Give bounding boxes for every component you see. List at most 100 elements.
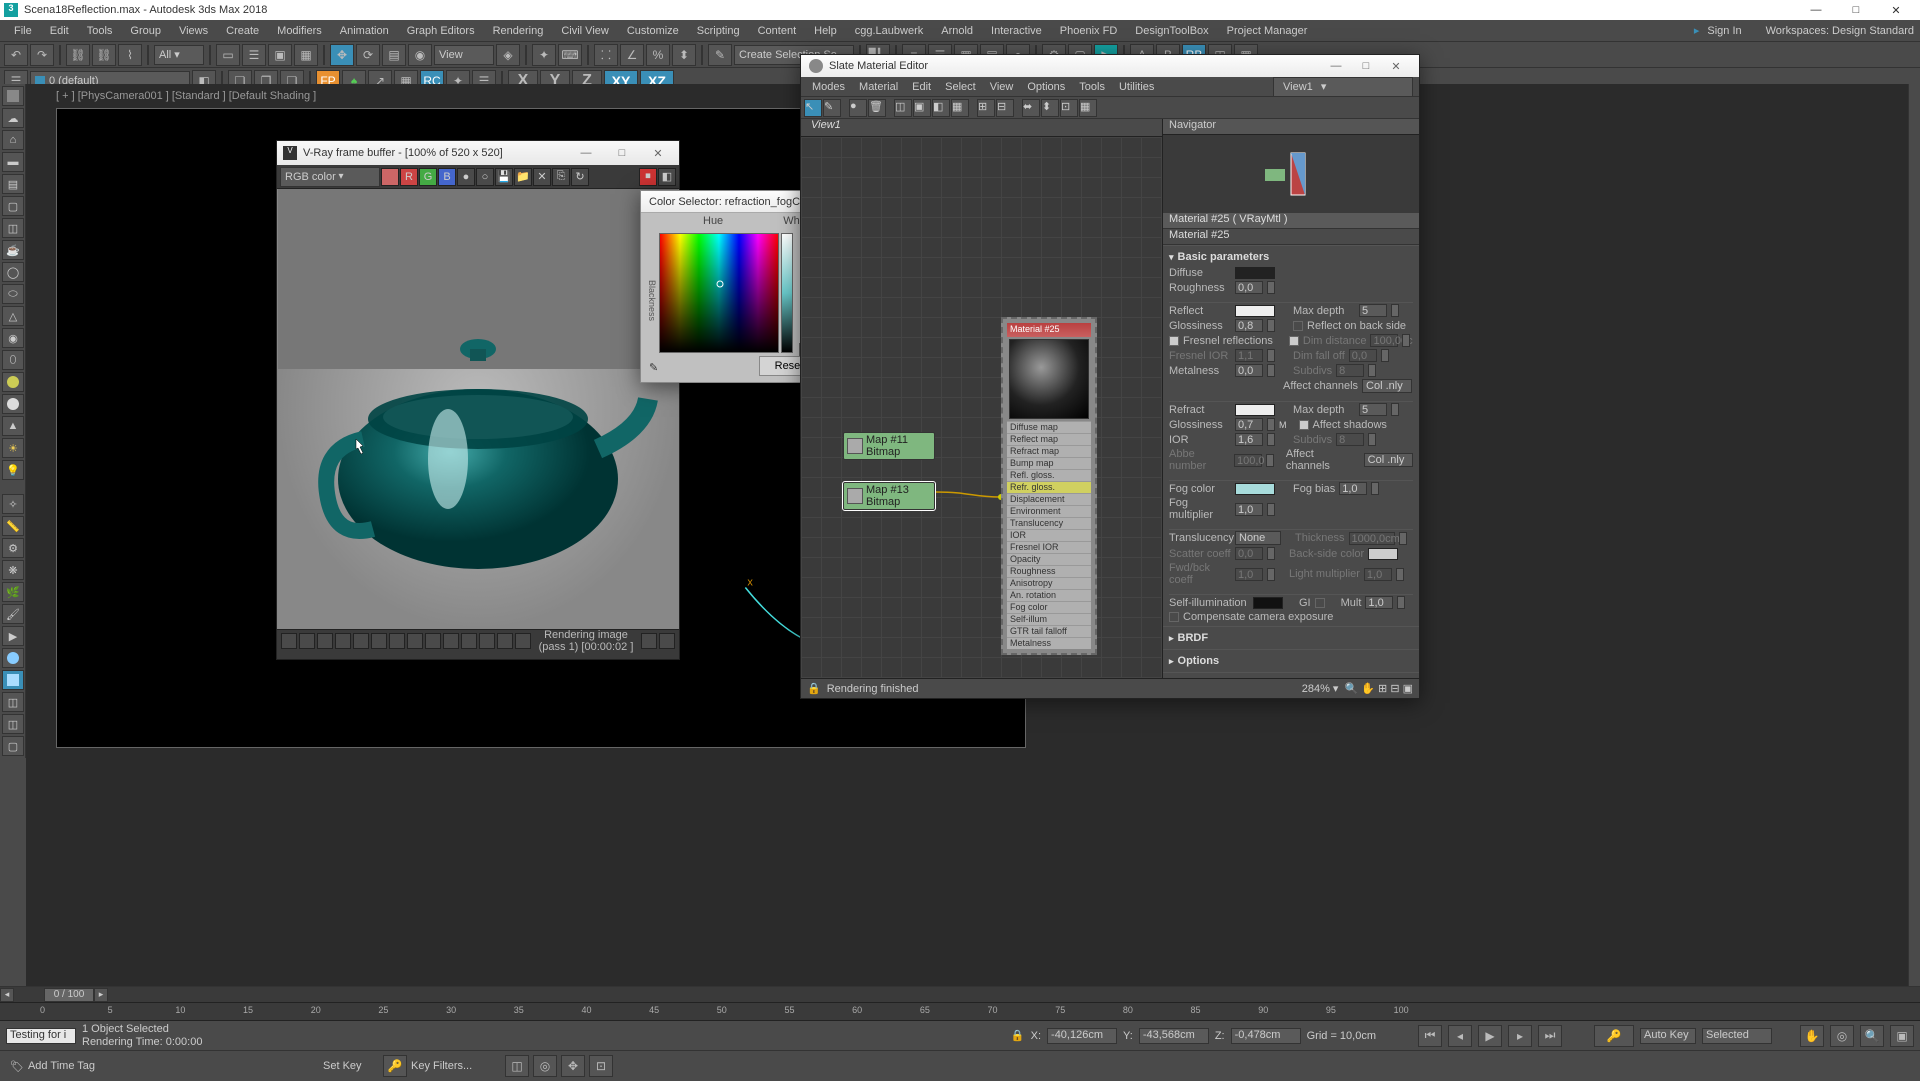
tool-scatter[interactable]: ✧ xyxy=(2,494,24,514)
matnode-slot-7[interactable]: Environment xyxy=(1007,505,1091,517)
matnode-slot-10[interactable]: Fresnel IOR xyxy=(1007,541,1091,553)
sme-tb-g[interactable]: ⬌ xyxy=(1022,99,1040,117)
create-sun[interactable]: ☀ xyxy=(2,438,24,458)
create-light[interactable]: 💡 xyxy=(2,460,24,480)
menu-civil-view[interactable]: Civil View xyxy=(553,23,616,39)
sw-refract[interactable] xyxy=(1235,404,1275,416)
create-cylinder[interactable]: ⬯ xyxy=(2,350,24,370)
nav-pan[interactable]: ✋ xyxy=(1800,1025,1824,1047)
sme-menu-edit[interactable]: Edit xyxy=(907,81,936,93)
angle-snap[interactable]: ∠ xyxy=(620,44,644,66)
menu-graph-editors[interactable]: Graph Editors xyxy=(399,23,483,39)
sme-tb-assign[interactable]: ● xyxy=(849,99,867,117)
nav-d[interactable]: ⊡ xyxy=(589,1055,613,1077)
sp-subdivs2[interactable] xyxy=(1368,433,1376,446)
chk-dimdist[interactable] xyxy=(1289,336,1299,346)
sp-fogmult[interactable] xyxy=(1267,503,1275,516)
vfb-s5[interactable] xyxy=(353,633,369,649)
percent-snap[interactable]: % xyxy=(646,44,670,66)
sp-mult[interactable] xyxy=(1397,596,1405,609)
sme-tb-a[interactable]: ◫ xyxy=(894,99,912,117)
vfb-alpha[interactable]: ○ xyxy=(476,168,494,186)
menu-file[interactable]: File xyxy=(6,23,40,39)
spinner-snap[interactable]: ⬍ xyxy=(672,44,696,66)
sme-tb-j[interactable]: ▦ xyxy=(1079,99,1097,117)
viewport-label[interactable]: [ + ] [PhysCamera001 ] [Standard ] [Defa… xyxy=(56,90,316,102)
create-tube[interactable]: ⬭ xyxy=(2,284,24,304)
workspace-label[interactable]: Workspaces: Design Standard xyxy=(1766,25,1914,37)
sp-subdivs[interactable] xyxy=(1368,364,1376,377)
vfb-close[interactable]: ✕ xyxy=(643,147,673,160)
tool-last2[interactable]: ◫ xyxy=(2,714,24,734)
keyboard-shortcut[interactable]: ⌨ xyxy=(558,44,582,66)
sme-tb-delete[interactable]: 🗑 xyxy=(868,99,886,117)
sme-close[interactable]: ✕ xyxy=(1381,60,1411,73)
vfb-minimize[interactable]: — xyxy=(571,147,601,159)
val-ior[interactable]: 1,6 xyxy=(1235,433,1263,446)
sp-abbe[interactable] xyxy=(1266,454,1274,467)
sp-lightmul[interactable] xyxy=(1396,568,1404,581)
tool-measure[interactable]: 📏 xyxy=(2,516,24,536)
sme-menu-options[interactable]: Options xyxy=(1022,81,1070,93)
manipulate-button[interactable]: ✦ xyxy=(532,44,556,66)
window-crossing[interactable]: ▦ xyxy=(294,44,318,66)
nav-orbit[interactable]: ◎ xyxy=(1830,1025,1854,1047)
sme-menu-material[interactable]: Material xyxy=(854,81,903,93)
rotate-button[interactable]: ⟳ xyxy=(356,44,380,66)
matnode-slot-14[interactable]: An. rotation xyxy=(1007,589,1091,601)
command-panel-edge[interactable] xyxy=(1908,84,1920,986)
create-geosphere[interactable]: ◉ xyxy=(2,328,24,348)
create-door[interactable]: ▢ xyxy=(2,196,24,216)
create-stairs[interactable]: ▤ xyxy=(2,174,24,194)
signin-button[interactable]: Sign In xyxy=(1707,25,1741,37)
val-maxdepth2[interactable]: 5 xyxy=(1359,403,1387,416)
sme-navigator[interactable] xyxy=(1163,135,1419,213)
matnode-slot-0[interactable]: Diffuse map xyxy=(1007,421,1091,433)
nav-zoom[interactable]: 🔍 xyxy=(1860,1025,1884,1047)
play-next[interactable]: ▸ xyxy=(1508,1025,1532,1047)
ref-coord[interactable]: View xyxy=(434,45,494,65)
sp-metal[interactable] xyxy=(1267,364,1275,377)
vfb-r-icon[interactable] xyxy=(381,168,399,186)
sme-titlebar[interactable]: Slate Material Editor — □ ✕ xyxy=(801,55,1419,77)
menu-animation[interactable]: Animation xyxy=(332,23,397,39)
matnode-slot-18[interactable]: Metalness xyxy=(1007,637,1091,649)
vfb-dock[interactable]: ◧ xyxy=(658,168,676,186)
val-roughness[interactable]: 0,0 xyxy=(1235,281,1263,294)
matnode-slot-2[interactable]: Refract map xyxy=(1007,445,1091,457)
sw-reflect[interactable] xyxy=(1235,305,1275,317)
timetag-label[interactable]: Add Time Tag xyxy=(28,1060,95,1072)
sme-tb-e[interactable]: ⊞ xyxy=(977,99,995,117)
menu-help[interactable]: Help xyxy=(806,23,845,39)
sp-glosst[interactable] xyxy=(1267,418,1275,431)
val-dimfall[interactable]: 0,0 xyxy=(1349,349,1377,362)
val-fogbias[interactable]: 1,0 xyxy=(1339,482,1367,495)
move-button[interactable]: ✥ xyxy=(330,44,354,66)
chk-gi[interactable] xyxy=(1315,598,1325,608)
select-button[interactable]: ▭ xyxy=(216,44,240,66)
timeline-ruler[interactable]: 0510152025303540455055606570758085909510… xyxy=(0,1003,1920,1021)
sme-zoom[interactable]: 284% xyxy=(1302,683,1330,695)
tool-plant[interactable]: 🌿 xyxy=(2,582,24,602)
sp-ior[interactable] xyxy=(1267,433,1275,446)
menu-interactive[interactable]: Interactive xyxy=(983,23,1050,39)
sp-scatter[interactable] xyxy=(1267,547,1275,560)
node-material[interactable]: Material #25 Diffuse mapReflect mapRefra… xyxy=(1001,317,1097,655)
unlink-button[interactable]: ⛓ xyxy=(92,44,116,66)
val-lightmul[interactable]: 1,0 xyxy=(1364,568,1392,581)
bind-button[interactable]: ⌇ xyxy=(118,44,142,66)
select-name-button[interactable]: ☰ xyxy=(242,44,266,66)
undo-button[interactable]: ↶ xyxy=(4,44,28,66)
create-plane[interactable]: ▬ xyxy=(2,152,24,172)
menu-tools[interactable]: Tools xyxy=(79,23,121,39)
sme-menu-view[interactable]: View xyxy=(985,81,1019,93)
sme-menu-select[interactable]: Select xyxy=(940,81,981,93)
key-big[interactable]: 🔑 xyxy=(1594,1025,1634,1047)
matnode-slot-5[interactable]: Refr. gloss. xyxy=(1007,481,1091,493)
val-fresnelior[interactable]: 1,1 xyxy=(1235,349,1263,362)
sme-tb-f[interactable]: ⊟ xyxy=(996,99,1014,117)
vfb-green[interactable]: G xyxy=(419,168,437,186)
sme-tb-b[interactable]: ▣ xyxy=(913,99,931,117)
create-window[interactable]: ◫ xyxy=(2,218,24,238)
matnode-slot-11[interactable]: Opacity xyxy=(1007,553,1091,565)
